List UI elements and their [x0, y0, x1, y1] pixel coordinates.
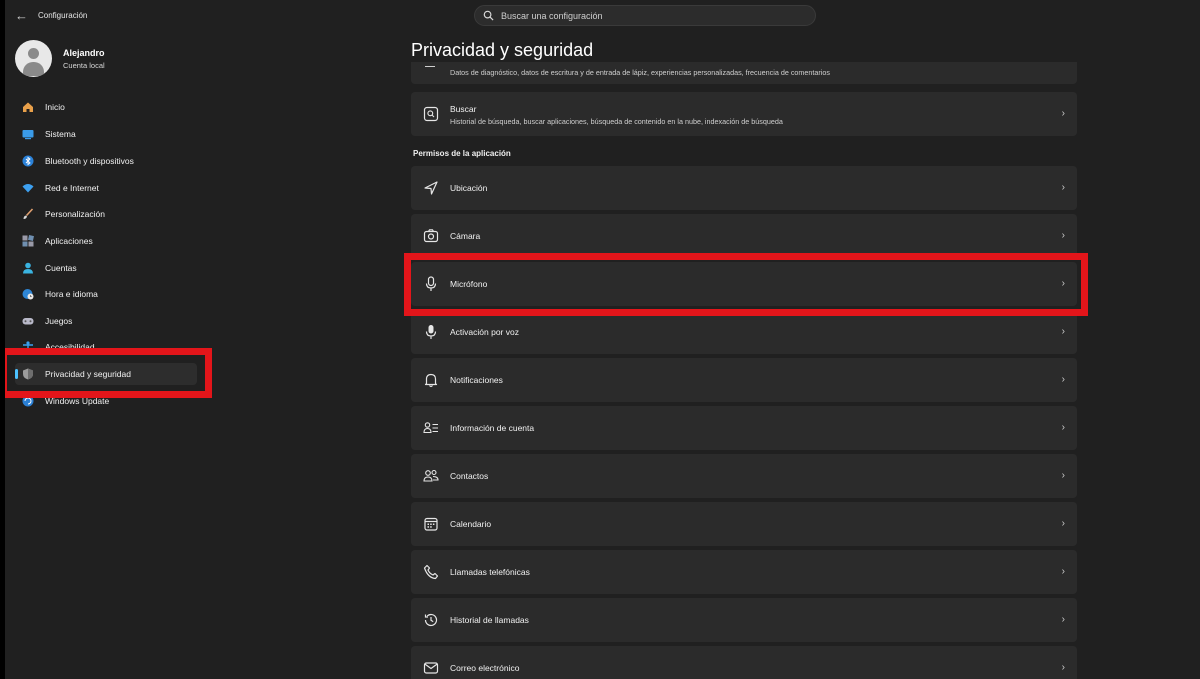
- brush-icon: [22, 208, 34, 220]
- card-calendario[interactable]: Calendario ›: [411, 502, 1077, 546]
- card-title: Correo electrónico: [450, 663, 520, 673]
- search-input[interactable]: [501, 6, 801, 25]
- app-title: Configuración: [38, 11, 88, 20]
- card-title: Contactos: [450, 471, 489, 481]
- highlight-box-microphone: [404, 253, 1088, 316]
- card-title: Historial de llamadas: [450, 615, 529, 625]
- chevron-right-icon: ›: [1061, 230, 1065, 241]
- globe-clock-icon: [22, 288, 34, 300]
- sidebar-item-bluetooth[interactable]: Bluetooth y dispositivos: [15, 150, 197, 172]
- card-title: Buscar: [450, 104, 477, 114]
- bell-icon: [423, 372, 439, 388]
- history-icon: [423, 612, 439, 628]
- card-diagnostico[interactable]: Datos de diagnóstico, datos de escritura…: [411, 62, 1077, 84]
- chevron-right-icon: ›: [1061, 470, 1065, 481]
- apps-icon: [22, 235, 34, 247]
- sidebar-item-label: Sistema: [45, 129, 76, 139]
- home-icon: [22, 101, 34, 113]
- chevron-right-icon: ›: [1061, 662, 1065, 673]
- card-camara[interactable]: Cámara ›: [411, 214, 1077, 258]
- card-llamadas[interactable]: Llamadas telefónicas ›: [411, 550, 1077, 594]
- card-title: Calendario: [450, 519, 492, 529]
- card-ubicacion[interactable]: Ubicación ›: [411, 166, 1077, 210]
- sidebar-item-label: Cuentas: [45, 263, 77, 273]
- card-title: Notificaciones: [450, 375, 503, 385]
- card-contactos[interactable]: Contactos ›: [411, 454, 1077, 498]
- user-name: Alejandro: [63, 48, 105, 58]
- calendar-icon: [423, 516, 439, 532]
- chevron-right-icon: ›: [1061, 108, 1065, 119]
- sidebar-item-label: Juegos: [45, 316, 73, 326]
- sidebar-item-sistema[interactable]: Sistema: [15, 123, 197, 145]
- card-title: Cámara: [450, 231, 481, 241]
- search-icon: [483, 10, 494, 21]
- camera-icon: [423, 228, 439, 244]
- card-icon-partial: [425, 66, 435, 67]
- card-informacion-cuenta[interactable]: Información de cuenta ›: [411, 406, 1077, 450]
- card-title: Información de cuenta: [450, 423, 535, 433]
- mail-icon: [423, 660, 439, 676]
- card-title: Ubicación: [450, 183, 488, 193]
- wifi-icon: [22, 182, 34, 194]
- gamepad-icon: [22, 315, 34, 327]
- sidebar-item-red[interactable]: Red e Internet: [15, 177, 197, 199]
- section-title: Permisos de la aplicación: [413, 149, 511, 158]
- sidebar-item-aplicaciones[interactable]: Aplicaciones: [15, 230, 197, 252]
- chevron-right-icon: ›: [1061, 374, 1065, 385]
- account-type: Cuenta local: [63, 61, 105, 70]
- card-subtitle: Historial de búsqueda, buscar aplicacion…: [450, 117, 783, 126]
- sidebar-item-hora[interactable]: Hora e idioma: [15, 283, 197, 305]
- voice-activation-icon: [423, 324, 439, 340]
- card-buscar[interactable]: Buscar Historial de búsqueda, buscar apl…: [411, 92, 1077, 136]
- sidebar-item-label: Bluetooth y dispositivos: [45, 156, 134, 166]
- search-box-icon: [423, 106, 439, 122]
- chevron-right-icon: ›: [1061, 566, 1065, 577]
- system-icon: [22, 128, 34, 140]
- sidebar-item-inicio[interactable]: Inicio: [15, 96, 197, 118]
- phone-icon: [423, 564, 439, 580]
- avatar[interactable]: [15, 40, 52, 77]
- chevron-right-icon: ›: [1061, 326, 1065, 337]
- chevron-right-icon: ›: [1061, 518, 1065, 529]
- account-info-icon: [423, 420, 439, 436]
- sidebar-item-label: Aplicaciones: [45, 236, 93, 246]
- settings-window: ← Configuración Alejandro Cuenta local I…: [5, 0, 1200, 679]
- card-activacion-voz[interactable]: Activación por voz ›: [411, 310, 1077, 354]
- location-icon: [423, 180, 439, 196]
- sidebar-item-cuentas[interactable]: Cuentas: [15, 257, 197, 279]
- card-title: Llamadas telefónicas: [450, 567, 530, 577]
- chevron-right-icon: ›: [1061, 614, 1065, 625]
- card-correo[interactable]: Correo electrónico ›: [411, 646, 1077, 679]
- sidebar-item-label: Hora e idioma: [45, 289, 98, 299]
- card-subtitle: Datos de diagnóstico, datos de escritura…: [450, 68, 830, 77]
- person-icon: [22, 262, 34, 274]
- sidebar-item-juegos[interactable]: Juegos: [15, 310, 197, 332]
- highlight-box-sidebar: [5, 348, 212, 398]
- chevron-right-icon: ›: [1061, 182, 1065, 193]
- sidebar-item-label: Inicio: [45, 102, 65, 112]
- bluetooth-icon: [22, 155, 34, 167]
- card-historial-llamadas[interactable]: Historial de llamadas ›: [411, 598, 1077, 642]
- chevron-right-icon: ›: [1061, 422, 1065, 433]
- sidebar-item-label: Red e Internet: [45, 183, 99, 193]
- title-bar: ← Configuración: [5, 0, 1200, 32]
- card-notificaciones[interactable]: Notificaciones ›: [411, 358, 1077, 402]
- search-box[interactable]: [474, 5, 816, 26]
- sidebar-item-label: Personalización: [45, 209, 106, 219]
- card-title: Activación por voz: [450, 327, 519, 337]
- sidebar-item-personalizacion[interactable]: Personalización: [15, 203, 197, 225]
- contacts-icon: [423, 468, 439, 484]
- page-title: Privacidad y seguridad: [411, 40, 594, 60]
- back-arrow-icon[interactable]: ←: [15, 8, 28, 23]
